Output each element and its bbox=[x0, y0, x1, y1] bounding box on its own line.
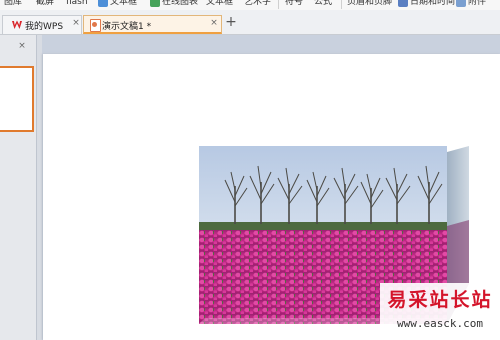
tab-presentation-1[interactable]: 演示文稿1 * × bbox=[83, 15, 222, 34]
watermark: 易采站长站 www.easck.com bbox=[380, 283, 500, 340]
ribbon-online-chart-button[interactable]: 在线图表 bbox=[162, 0, 198, 10]
ribbon-textbox-button[interactable]: 文本框 bbox=[110, 0, 137, 10]
tab-presentation-1-label: 演示文稿1 * bbox=[102, 22, 152, 32]
close-icon[interactable]: × bbox=[71, 18, 81, 28]
wps-logo-icon bbox=[12, 20, 22, 29]
watermark-brand: 易采站长站 bbox=[387, 289, 493, 311]
close-icon[interactable]: × bbox=[209, 18, 219, 28]
ribbon-screenshot-button[interactable]: 截屏 bbox=[36, 0, 54, 10]
tab-my-wps-label: 我的WPS bbox=[25, 22, 64, 32]
ribbon-header-footer-button[interactable]: 页眉和页脚 bbox=[347, 0, 392, 10]
slide-thumbnail-panel: × bbox=[0, 35, 37, 340]
ribbon-separator bbox=[278, 0, 279, 9]
presentation-icon bbox=[90, 19, 101, 32]
close-panel-icon[interactable]: × bbox=[17, 41, 27, 51]
ribbon-datetime-button[interactable]: 日期和时间 bbox=[410, 0, 455, 10]
attachment-icon bbox=[456, 0, 466, 7]
ribbon-textbox2-button[interactable]: 文本框 bbox=[206, 0, 233, 10]
document-tab-bar: 我的WPS × 演示文稿1 * × + bbox=[0, 10, 500, 35]
chart-icon bbox=[150, 0, 160, 7]
slide-thumbnail-1[interactable] bbox=[0, 66, 34, 132]
tab-my-wps[interactable]: 我的WPS × bbox=[2, 15, 82, 34]
ribbon-wordart-button[interactable]: 艺术字 bbox=[244, 0, 271, 10]
ribbon-formula-button[interactable]: 公式 bbox=[314, 0, 332, 10]
new-tab-button[interactable]: + bbox=[224, 14, 238, 30]
watermark-url: www.easck.com bbox=[396, 317, 484, 330]
textbox-icon bbox=[98, 0, 108, 7]
calendar-icon bbox=[398, 0, 408, 7]
ribbon-gallery-button[interactable]: 图库 bbox=[4, 0, 22, 10]
ribbon-separator bbox=[341, 0, 342, 9]
ribbon-attachment-button[interactable]: 附件 bbox=[468, 0, 486, 10]
panel-splitter[interactable] bbox=[37, 35, 42, 340]
ribbon-flash-button[interactable]: flash bbox=[66, 0, 88, 10]
ribbon-symbol-button[interactable]: 符号 bbox=[285, 0, 303, 10]
